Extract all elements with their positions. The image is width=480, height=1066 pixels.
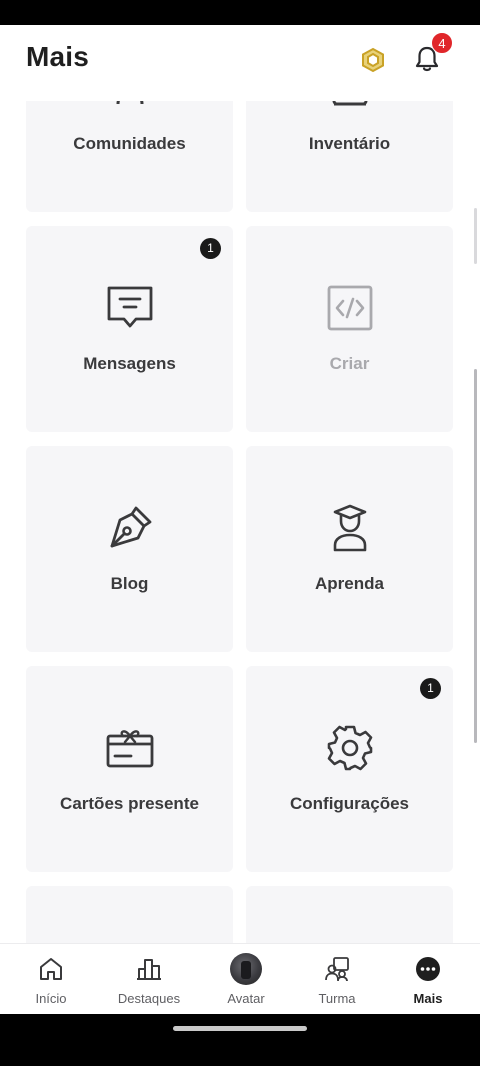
tile-inventory[interactable]: Inventário bbox=[246, 101, 453, 212]
scrollbar-thumb[interactable] bbox=[474, 369, 477, 743]
gear-icon bbox=[246, 724, 453, 772]
tab-label: Turma bbox=[318, 991, 356, 1006]
tab-label: Mais bbox=[413, 991, 443, 1006]
tab-friends[interactable]: Turma bbox=[292, 944, 382, 1014]
tile-label: Mensagens bbox=[83, 354, 176, 373]
tab-label: Destaques bbox=[117, 991, 181, 1006]
tile-label: Comunidades bbox=[73, 134, 186, 153]
tile-gift-cards[interactable]: Cartões presente bbox=[26, 666, 233, 872]
robux-hexagon-icon bbox=[362, 47, 384, 73]
tile-blog[interactable]: Blog bbox=[26, 446, 233, 652]
tab-highlights[interactable]: Destaques bbox=[104, 944, 194, 1014]
tile-settings[interactable]: 1 Configurações bbox=[246, 666, 453, 872]
chart-icon bbox=[104, 953, 194, 985]
settings-badge: 1 bbox=[420, 678, 441, 699]
app-screen: Mais 4 Comunidades Inventário 1 Mensagen… bbox=[0, 25, 480, 1014]
robux-button[interactable] bbox=[358, 45, 388, 75]
header: Mais 4 bbox=[0, 25, 480, 101]
tile-label: Cartões presente bbox=[60, 794, 199, 813]
messages-badge: 1 bbox=[200, 238, 221, 259]
tile-label: Blog bbox=[110, 574, 149, 593]
tile-learn[interactable]: Aprenda bbox=[246, 446, 453, 652]
tab-avatar[interactable]: Avatar bbox=[201, 944, 291, 1014]
tab-label: Início bbox=[35, 991, 67, 1006]
tile-label: Aprenda bbox=[315, 574, 384, 593]
tile-label: Criar bbox=[329, 354, 370, 373]
bottom-tab-bar: Início Destaques Avatar Turma Mais bbox=[0, 943, 480, 1014]
tile-messages[interactable]: 1 Mensagens bbox=[26, 226, 233, 432]
graduate-icon bbox=[246, 504, 453, 552]
scrollbar-track bbox=[474, 208, 477, 264]
home-indicator[interactable] bbox=[173, 1026, 307, 1031]
code-icon bbox=[246, 284, 453, 332]
status-bar bbox=[0, 0, 480, 25]
friends-icon bbox=[292, 953, 382, 985]
gift-card-icon bbox=[26, 724, 233, 772]
notification-badge: 4 bbox=[431, 32, 453, 54]
message-icon bbox=[26, 284, 233, 332]
tab-label: Avatar bbox=[227, 991, 265, 1006]
tile-create[interactable]: Criar bbox=[246, 226, 453, 432]
tile-partial[interactable] bbox=[246, 886, 453, 943]
tab-home[interactable]: Início bbox=[6, 944, 96, 1014]
tab-more[interactable]: Mais bbox=[383, 944, 473, 1014]
more-icon bbox=[383, 953, 473, 985]
avatar bbox=[230, 953, 262, 985]
tile-label: Inventário bbox=[308, 134, 391, 153]
page-title: Mais bbox=[26, 41, 90, 72]
inventory-icon bbox=[246, 101, 453, 112]
pen-icon bbox=[26, 504, 233, 552]
tile-label: Configurações bbox=[289, 794, 410, 813]
system-navigation-bar bbox=[0, 1014, 480, 1066]
tile-partial[interactable] bbox=[26, 886, 233, 943]
tile-communities[interactable]: Comunidades bbox=[26, 101, 233, 212]
more-menu-grid: Comunidades Inventário 1 Mensagens Criar… bbox=[0, 101, 480, 943]
avatar-icon bbox=[201, 953, 291, 985]
communities-icon bbox=[26, 101, 233, 112]
home-icon bbox=[6, 953, 96, 985]
